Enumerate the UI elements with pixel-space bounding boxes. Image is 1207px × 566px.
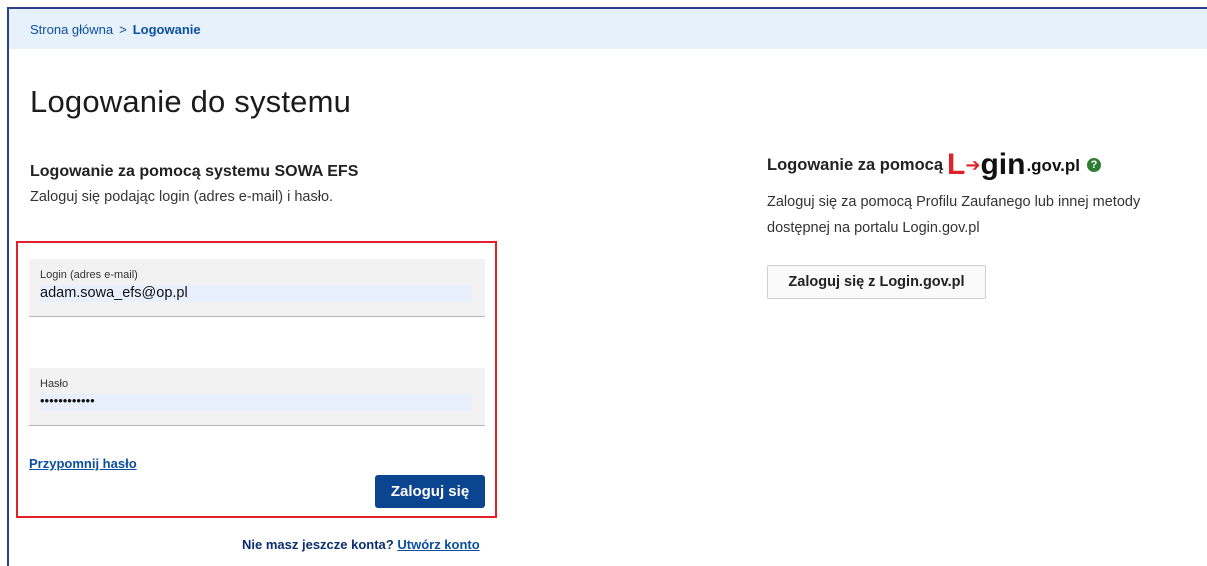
login-field-label: Login (adres e-mail): [40, 269, 138, 281]
breadcrumb-separator: >: [119, 21, 127, 37]
password-input[interactable]: ••••••••••••: [40, 394, 472, 411]
sowa-login-description: Zaloguj się podając login (adres e-mail)…: [30, 189, 334, 205]
logingov-heading-text: Logowanie za pomocą: [767, 156, 944, 174]
logo-letter-l: L: [947, 148, 966, 181]
breadcrumb: Strona główna > Logowanie: [9, 9, 1207, 49]
logingov-heading: Logowanie za pomocą L ➔ gin .gov.pl ?: [767, 148, 1101, 180]
page-title: Logowanie do systemu: [30, 84, 352, 119]
breadcrumb-home-link[interactable]: Strona główna: [30, 22, 113, 37]
logingov-description: Zaloguj się za pomocą Profilu Zaufanego …: [767, 189, 1207, 241]
logingov-login-button[interactable]: Zaloguj się z Login.gov.pl: [767, 265, 986, 299]
logo-arrow-icon: ➔: [965, 155, 981, 175]
password-field-label: Hasło: [40, 378, 69, 390]
create-account-link[interactable]: Utwórz konto: [397, 537, 479, 552]
breadcrumb-current: Logowanie: [132, 21, 201, 37]
logingov-description-line1: Zaloguj się za pomocą Profilu Zaufanego …: [767, 194, 1141, 210]
login-submit-button[interactable]: Zaloguj się: [375, 475, 485, 508]
password-field: Hasło ••••••••••••: [29, 368, 485, 426]
logo-letters-gin: gin: [980, 148, 1026, 181]
logingov-logo: L ➔ gin .gov.pl: [947, 150, 1080, 180]
register-prompt-text: Nie masz jeszcze konta?: [242, 537, 394, 552]
sowa-login-heading: Logowanie za pomocą systemu SOWA EFS: [30, 163, 359, 180]
logo-domain: .gov.pl: [1026, 156, 1080, 175]
login-field: Login (adres e-mail): [29, 259, 485, 317]
register-prompt: Nie masz jeszcze konta? Utwórz konto: [242, 537, 480, 552]
logingov-description-line2: dostępnej na portalu Login.gov.pl: [767, 220, 980, 236]
help-icon[interactable]: ?: [1086, 158, 1101, 172]
remind-password-link[interactable]: Przypomnij hasło: [29, 456, 137, 471]
login-input[interactable]: [40, 285, 472, 302]
